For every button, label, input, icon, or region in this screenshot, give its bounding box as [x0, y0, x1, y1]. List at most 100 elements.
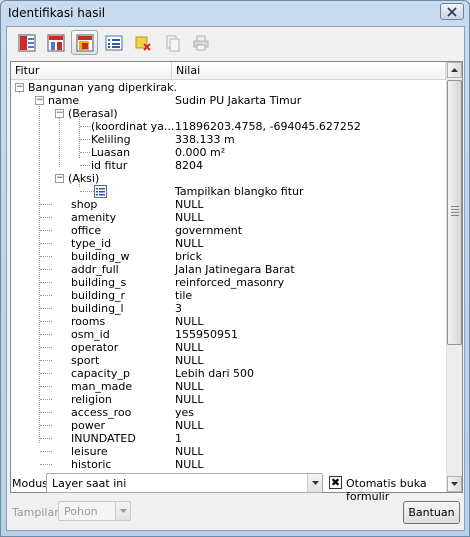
- copy-icon: [166, 35, 179, 51]
- mode-select[interactable]: Layer saat ini: [46, 473, 323, 493]
- copy-button[interactable]: [158, 30, 185, 55]
- attr-key: sport: [71, 354, 100, 367]
- attribute-list: shop NULL amenity NULL office government type_…: [11, 198, 446, 471]
- table-row[interactable]: leisure NULL: [11, 445, 446, 458]
- scroll-up-button[interactable]: [447, 62, 462, 78]
- vertical-scrollbar[interactable]: [446, 62, 462, 492]
- dialog-body: Fitur Nilai − Bangunan yang diperkirak..…: [6, 26, 465, 531]
- collapse-toggle[interactable]: −: [15, 83, 24, 92]
- open-form-button[interactable]: [100, 30, 127, 55]
- table-row[interactable]: Luasan 0.000 m²: [11, 146, 446, 159]
- print-button[interactable]: [187, 30, 214, 55]
- attr-key: man_made: [71, 380, 133, 393]
- attr-value: NULL: [175, 211, 204, 224]
- attr-key: amenity: [71, 211, 117, 224]
- attr-value: brick: [175, 250, 202, 263]
- collapse-tree-button[interactable]: [42, 30, 69, 55]
- tree-row-layer[interactable]: − Bangunan yang diperkirak...: [11, 81, 446, 94]
- column-header-value[interactable]: Nilai: [172, 62, 446, 80]
- attr-key: power: [71, 419, 105, 432]
- attr-key: shop: [71, 198, 98, 211]
- close-button[interactable]: [440, 3, 464, 20]
- auto-open-form-checkbox[interactable]: ✖: [329, 476, 342, 489]
- table-row[interactable]: addr_full Jalan Jatinegara Barat: [11, 263, 446, 276]
- attr-value: NULL: [175, 237, 204, 250]
- feature-value: Sudin PU Jakarta Timur: [175, 94, 302, 107]
- attr-value: government: [175, 224, 243, 237]
- results-tree[interactable]: Fitur Nilai − Bangunan yang diperkirak..…: [10, 61, 463, 493]
- table-row[interactable]: man_made NULL: [11, 380, 446, 393]
- show-feature-form-action[interactable]: Tampilkan blangko fitur: [175, 185, 304, 198]
- table-row[interactable]: office government: [11, 224, 446, 237]
- attr-key: building_r: [71, 289, 126, 302]
- attr-value: 1: [175, 432, 182, 445]
- table-row[interactable]: building_l 3: [11, 302, 446, 315]
- attr-value: 3: [175, 302, 182, 315]
- table-row[interactable]: amenity NULL: [11, 211, 446, 224]
- table-row[interactable]: id fitur 8204: [11, 159, 446, 172]
- toolbar: [13, 30, 214, 56]
- form-icon: [94, 185, 107, 198]
- attr-value: NULL: [175, 393, 204, 406]
- table-row[interactable]: INUNDATED 1: [11, 432, 446, 445]
- table-row[interactable]: historic NULL: [11, 458, 446, 471]
- table-row[interactable]: shop NULL: [11, 198, 446, 211]
- scroll-thumb[interactable]: [447, 80, 462, 345]
- print-icon: [193, 35, 208, 50]
- attr-key: INUNDATED: [71, 432, 136, 445]
- view-select[interactable]: Pohon: [58, 501, 131, 521]
- attr-key: operator: [71, 341, 119, 354]
- table-row[interactable]: building_r tile: [11, 289, 446, 302]
- expand-tree-button[interactable]: [13, 30, 40, 55]
- title-bar[interactable]: Identifikasi hasil: [1, 1, 469, 25]
- collapse-toggle[interactable]: −: [35, 96, 44, 105]
- attr-key: capacity_p: [71, 367, 130, 380]
- table-row[interactable]: power NULL: [11, 419, 446, 432]
- table-row[interactable]: type_id NULL: [11, 237, 446, 250]
- tree-row-feature[interactable]: − name Sudin PU Jakarta Timur: [11, 94, 446, 107]
- table-row[interactable]: Keliling 338.133 m: [11, 133, 446, 146]
- table-row[interactable]: rooms NULL: [11, 315, 446, 328]
- clear-results-button[interactable]: [129, 30, 156, 55]
- attr-value: NULL: [175, 315, 204, 328]
- attr-key: building_l: [71, 302, 124, 315]
- expand-new-results-button[interactable]: [71, 30, 98, 55]
- table-row[interactable]: osm_id 155950951: [11, 328, 446, 341]
- mode-select-value: Layer saat ini: [52, 477, 127, 490]
- table-row[interactable]: (koordinat ya... 11896203.4758, -694045.…: [11, 120, 446, 133]
- attr-value: NULL: [175, 341, 204, 354]
- tree-row-action[interactable]: Tampilkan blangko fitur: [11, 185, 446, 198]
- expand-new-icon: [76, 34, 93, 51]
- help-button[interactable]: Bantuan: [403, 501, 460, 524]
- derived-label: (Berasal): [68, 107, 118, 120]
- table-row[interactable]: sport NULL: [11, 354, 446, 367]
- table-row[interactable]: building_s reinforced_masonry: [11, 276, 446, 289]
- attr-key: historic: [71, 458, 112, 471]
- table-row[interactable]: capacity_p Lebih dari 500: [11, 367, 446, 380]
- attr-value: 155950951: [175, 328, 238, 341]
- attr-value: NULL: [175, 458, 204, 471]
- attr-value: 8204: [175, 159, 203, 172]
- clear-icon: [135, 36, 151, 51]
- table-row[interactable]: religion NULL: [11, 393, 446, 406]
- tree-row-actions[interactable]: − (Aksi): [11, 172, 446, 185]
- attr-value: yes: [175, 406, 195, 419]
- attr-key: osm_id: [71, 328, 110, 341]
- attr-value: Jalan Jatinegara Barat: [175, 263, 295, 276]
- attr-value: NULL: [175, 380, 204, 393]
- arrow-up-icon: [451, 68, 458, 72]
- table-row[interactable]: access_roo yes: [11, 406, 446, 419]
- column-header-feature[interactable]: Fitur: [11, 62, 172, 80]
- table-row[interactable]: operator NULL: [11, 341, 446, 354]
- collapse-toggle[interactable]: −: [55, 109, 64, 118]
- attr-value: NULL: [175, 419, 204, 432]
- attr-value: NULL: [175, 445, 204, 458]
- tree-body: − Bangunan yang diperkirak... − name Sud…: [11, 81, 446, 492]
- attr-value: 11896203.4758, -694045.627252: [175, 120, 361, 133]
- attr-key: (koordinat ya...: [91, 120, 173, 133]
- attr-key: type_id: [71, 237, 112, 250]
- attr-key: id fitur: [91, 159, 128, 172]
- collapse-toggle[interactable]: −: [55, 174, 64, 183]
- tree-row-derived[interactable]: − (Berasal): [11, 107, 446, 120]
- table-row[interactable]: building_w brick: [11, 250, 446, 263]
